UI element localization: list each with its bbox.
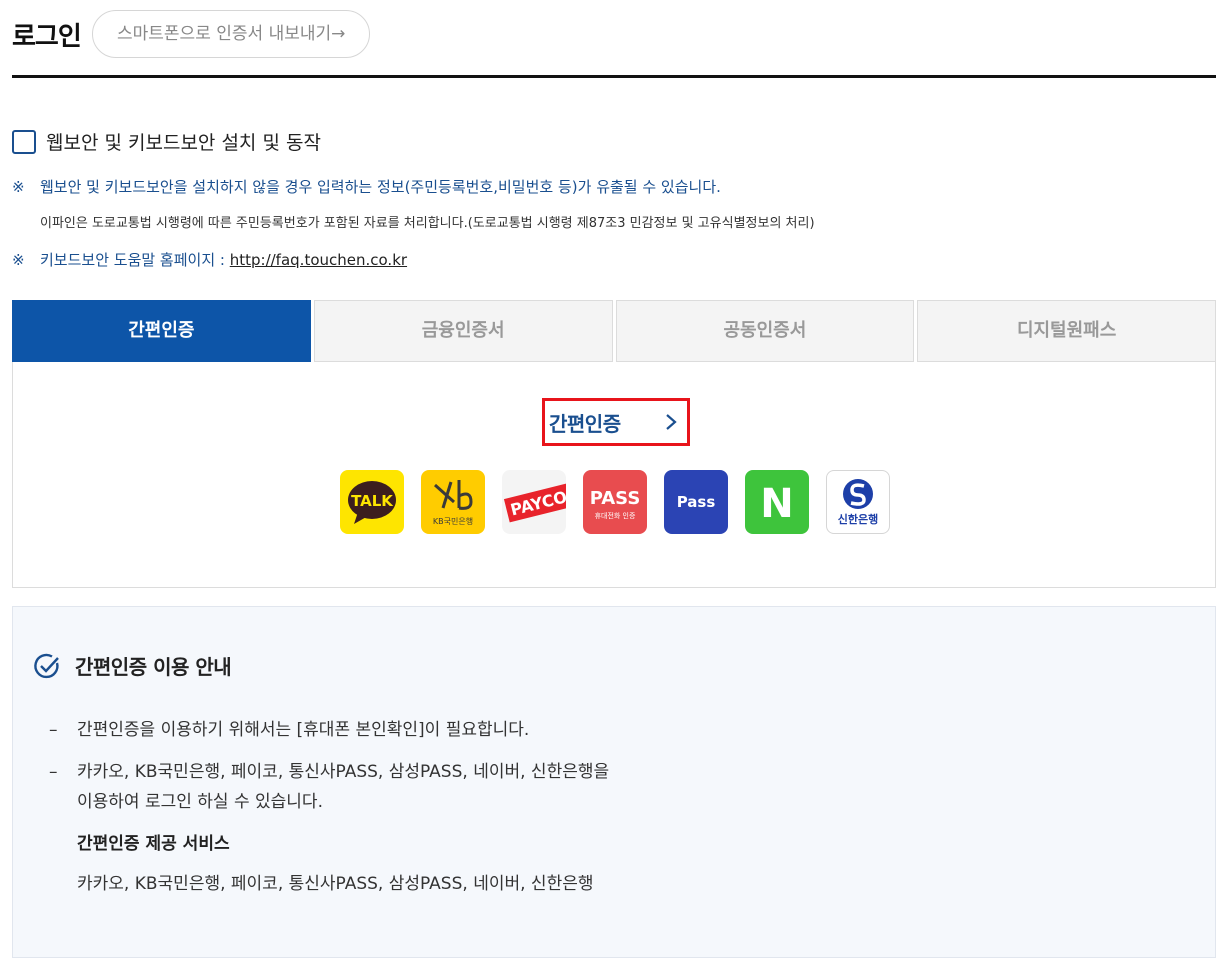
provider-payco[interactable]: PAYCO bbox=[502, 470, 566, 534]
guide-item-text: 간편인증을 이용하기 위해서는 [휴대폰 본인확인]이 필요합니다. bbox=[77, 720, 530, 740]
guide-item-text-continued: 이용하여 로그인 하실 수 있습니다. bbox=[77, 792, 323, 812]
kakao-logo-text: TALK bbox=[351, 492, 394, 510]
security-warning-text: 웹보안 및 키보드보안을 설치하지 않을 경우 입력하는 정보(주민등록번호,비… bbox=[40, 178, 721, 196]
chevron-right-icon bbox=[666, 414, 677, 430]
pass-logo-text: PASS bbox=[590, 488, 641, 509]
provider-pass-telecom[interactable]: PASS 휴대전화 인증 bbox=[583, 470, 647, 534]
login-method-tabs: 간편인증 금융인증서 공동인증서 디지털원패스 bbox=[12, 300, 1216, 362]
tab-joint-cert[interactable]: 공동인증서 bbox=[615, 300, 915, 362]
pass-telecom-icon: PASS 휴대전화 인증 bbox=[590, 488, 641, 520]
security-install-row[interactable]: 웹보안 및 키보드보안 설치 및 동작 bbox=[12, 128, 321, 155]
provider-shinhan[interactable]: 신한은행 bbox=[826, 470, 890, 534]
naver-icon: N bbox=[760, 481, 793, 527]
keyboard-help-link[interactable]: http://faq.touchen.co.kr bbox=[230, 251, 407, 269]
notice-mark: ※ bbox=[12, 178, 25, 196]
simple-auth-guide: 간편인증 이용 안내 – 간편인증을 이용하기 위해서는 [휴대폰 본인확인]이 … bbox=[12, 606, 1216, 958]
naver-logo-text: N bbox=[760, 481, 793, 527]
guide-item: – 카카오, KB국민은행, 페이코, 통신사PASS, 삼성PASS, 네이버,… bbox=[49, 757, 609, 817]
notice-mark: ※ bbox=[12, 251, 25, 269]
pass-logo-subtext: 휴대전화 인증 bbox=[595, 511, 636, 520]
security-checkbox[interactable] bbox=[12, 129, 36, 154]
guide-dash: – bbox=[49, 762, 58, 782]
kb-logo-text: KB국민은행 bbox=[433, 516, 473, 526]
guide-title-row: 간편인증 이용 안내 bbox=[33, 651, 232, 680]
provider-kb[interactable]: KB국민은행 bbox=[421, 470, 485, 534]
provider-naver[interactable]: N bbox=[745, 470, 809, 534]
simple-auth-panel: 간편인증 TALK KB국민은행 PAYCO PASS 휴대전화 인증 Pass… bbox=[12, 362, 1216, 588]
simple-auth-link-label: 간편인증 bbox=[549, 411, 621, 436]
legal-notice-text: 이파인은 도로교통법 시행령에 따른 주민등록번호가 포함된 자료를 처리합니다… bbox=[40, 216, 815, 231]
page-header: 로그인 스마트폰으로 인증서 내보내기→ bbox=[12, 8, 1216, 78]
simple-auth-link[interactable]: 간편인증 bbox=[542, 398, 690, 446]
check-circle-icon bbox=[34, 653, 59, 678]
tab-simple-auth[interactable]: 간편인증 bbox=[12, 300, 311, 362]
tab-financial-cert[interactable]: 금융인증서 bbox=[313, 300, 613, 362]
samsung-pass-icon: Pass bbox=[677, 493, 716, 511]
guide-sub-text: 카카오, KB국민은행, 페이코, 통신사PASS, 삼성PASS, 네이버, … bbox=[77, 874, 594, 894]
tab-digital-onepass[interactable]: 디지털원패스 bbox=[917, 300, 1216, 362]
export-cert-to-smartphone-button[interactable]: 스마트폰으로 인증서 내보내기→ bbox=[92, 10, 371, 58]
shinhan-bank-icon: 신한은행 bbox=[838, 479, 878, 526]
kb-bank-icon: KB국민은행 bbox=[433, 480, 473, 526]
kakao-talk-icon: TALK bbox=[348, 481, 396, 524]
samsung-pass-logo-text: Pass bbox=[677, 493, 716, 511]
shinhan-logo-text: 신한은행 bbox=[838, 512, 878, 526]
guide-title: 간편인증 이용 안내 bbox=[75, 655, 232, 679]
guide-item: – 간편인증을 이용하기 위해서는 [휴대폰 본인확인]이 필요합니다. bbox=[49, 715, 529, 745]
security-checkbox-label: 웹보안 및 키보드보안 설치 및 동작 bbox=[46, 132, 321, 154]
provider-kakao[interactable]: TALK bbox=[340, 470, 404, 534]
guide-item-text: 카카오, KB국민은행, 페이코, 통신사PASS, 삼성PASS, 네이버, … bbox=[77, 762, 610, 782]
guide-dash: – bbox=[49, 720, 58, 740]
provider-samsung-pass[interactable]: Pass bbox=[664, 470, 728, 534]
guide-sub-title: 간편인증 제공 서비스 bbox=[77, 834, 230, 854]
keyboard-help-notice: ※ 키보드보안 도움말 홈페이지 : http://faq.touchen.co.… bbox=[12, 249, 407, 270]
keyboard-help-prefix: 키보드보안 도움말 홈페이지 : bbox=[40, 251, 230, 269]
provider-list: TALK KB국민은행 PAYCO PASS 휴대전화 인증 Pass N 신한… bbox=[340, 470, 890, 534]
page-title: 로그인 bbox=[12, 22, 82, 52]
payco-icon: PAYCO bbox=[503, 482, 566, 523]
security-warning-notice: ※ 웹보안 및 키보드보안을 설치하지 않을 경우 입력하는 정보(주민등록번호,… bbox=[12, 176, 721, 197]
